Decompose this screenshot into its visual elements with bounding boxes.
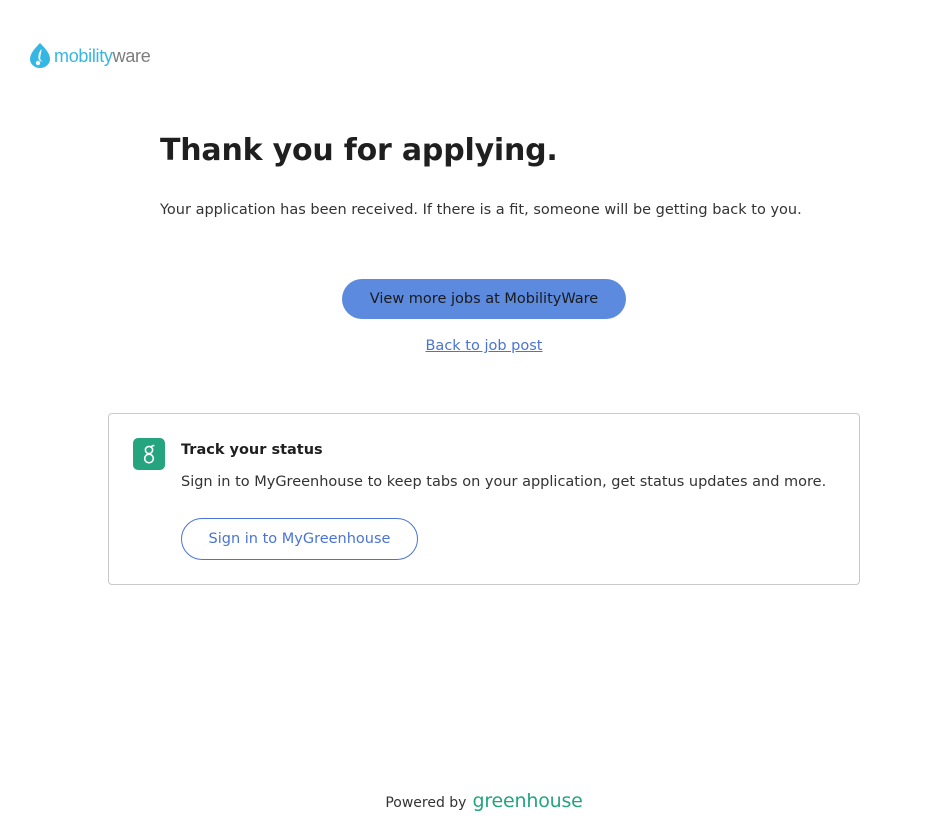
back-to-job-post-link[interactable]: Back to job post	[0, 338, 951, 354]
logo-wordmark: mobilityware	[54, 45, 151, 67]
mobilityware-logo[interactable]: mobilityware	[29, 42, 151, 68]
logo-wordmark-mobility: mobility	[54, 45, 113, 66]
footer: Powered by greenhouse	[0, 790, 951, 812]
view-more-jobs-button[interactable]: View more jobs at MobilityWare	[342, 279, 626, 319]
track-status-card: Track your status Sign in to MyGreenhous…	[108, 413, 860, 585]
page-title: Thank you for applying.	[160, 133, 558, 168]
sign-in-mygreenhouse-button[interactable]: Sign in to MyGreenhouse	[181, 518, 418, 560]
track-status-description: Sign in to MyGreenhouse to keep tabs on …	[181, 474, 827, 490]
powered-by-text: Powered by	[385, 795, 467, 811]
mobilityware-logo-icon	[30, 43, 50, 68]
application-confirmation-page: mobilityware Thank you for applying. You…	[0, 0, 951, 837]
confirmation-message: Your application has been received. If t…	[160, 202, 802, 218]
track-status-title: Track your status	[181, 442, 323, 458]
greenhouse-footer-logo[interactable]: greenhouse	[472, 790, 582, 812]
greenhouse-g-icon	[133, 438, 165, 470]
logo-wordmark-ware: ware	[112, 45, 151, 66]
